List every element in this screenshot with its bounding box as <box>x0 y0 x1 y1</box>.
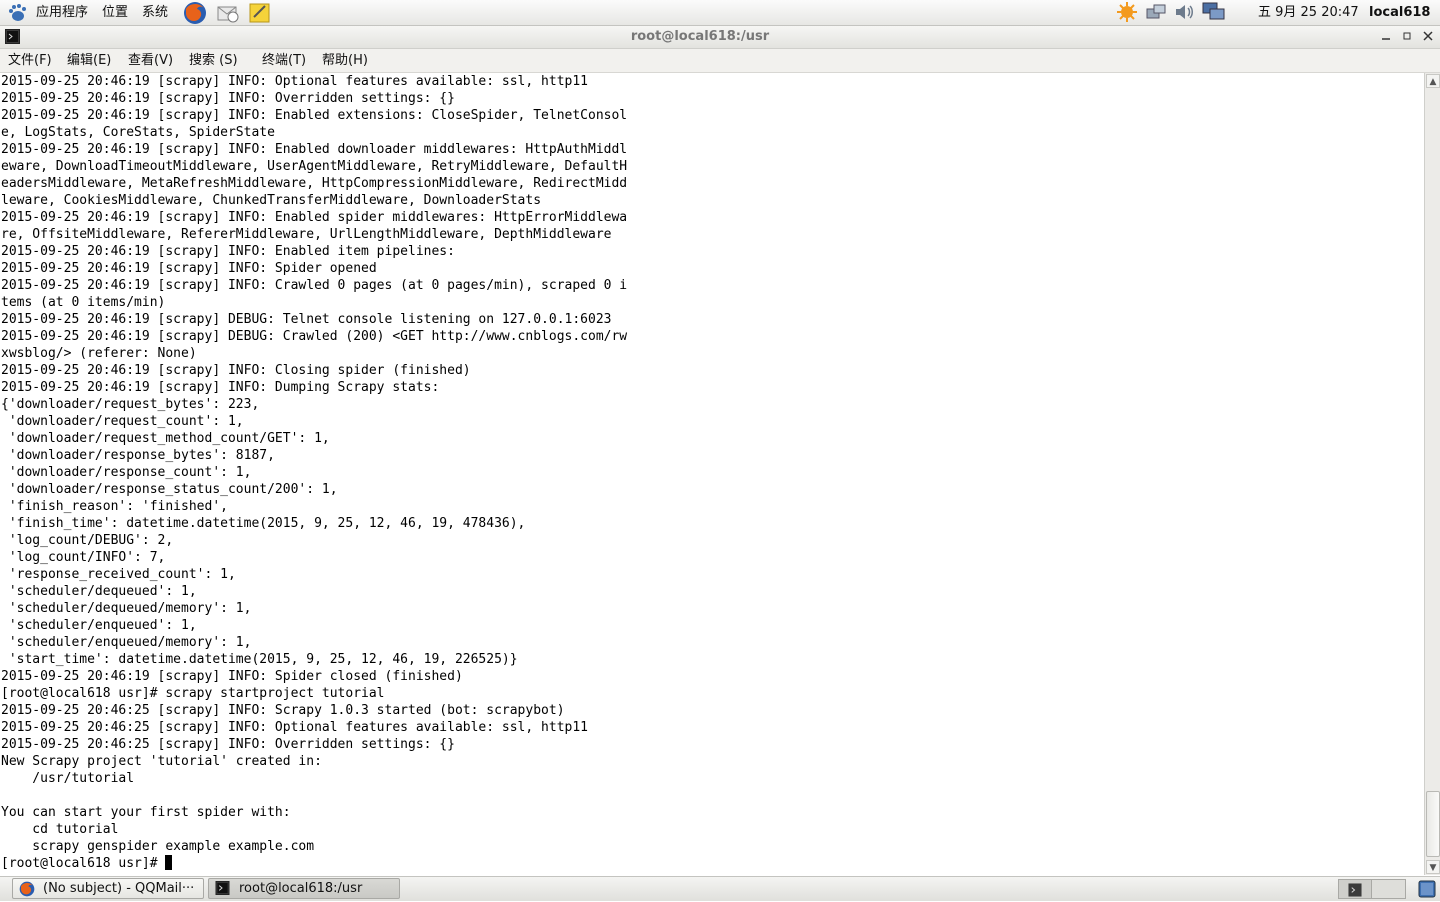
workspace-2[interactable] <box>1372 879 1406 899</box>
terminal-line: 2015-09-25 20:46:19 [scrapy] INFO: Enabl… <box>1 210 628 225</box>
taskbar-item-label: root@local618:/usr <box>239 881 363 896</box>
terminal-icon <box>215 881 231 896</box>
terminal-line: {'downloader/request_bytes': 223, <box>1 397 260 412</box>
clock[interactable]: 五 9月 25 20:47 <box>1258 0 1359 25</box>
places-menu[interactable]: 位置 <box>102 0 128 25</box>
gnome-foot-icon[interactable] <box>6 2 28 24</box>
bottom-panel: (No subject) - QQMail··· root@local618:/… <box>0 876 1440 901</box>
terminal-line: 'downloader/response_bytes': 8187, <box>8 448 275 463</box>
terminal-line: 'start_time': datetime.datetime(2015, 9,… <box>8 652 518 667</box>
scroll-up-arrow-icon[interactable]: ▲ <box>1426 74 1440 88</box>
terminal-line: 'downloader/response_count': 1, <box>8 465 252 480</box>
taskbar-item-qqmail[interactable]: (No subject) - QQMail··· <box>12 878 204 899</box>
menu-terminal[interactable]: 终端(T) <box>262 49 306 72</box>
terminal-line: 2015-09-25 20:46:19 [scrapy] INFO: Spide… <box>1 261 377 276</box>
terminal-line: 2015-09-25 20:46:19 [scrapy] INFO: Enabl… <box>1 108 628 123</box>
menu-search[interactable]: 搜索 (S) <box>189 49 238 72</box>
terminal-line: leware, CookiesMiddleware, ChunkedTransf… <box>1 193 542 208</box>
mail-icon[interactable] <box>216 1 239 23</box>
terminal-output[interactable]: 2015-09-25 20:46:19 [scrapy] INFO: Optio… <box>0 73 1424 875</box>
terminal-line: 2015-09-25 20:46:25 [scrapy] INFO: Scrap… <box>1 703 565 718</box>
terminal-line: 'log_count/DEBUG': 2, <box>8 533 174 548</box>
terminal-line: 2015-09-25 20:46:19 [scrapy] INFO: Enabl… <box>1 244 455 259</box>
user-name[interactable]: local618 <box>1369 0 1430 25</box>
taskbar-item-label: (No subject) - QQMail··· <box>43 881 195 896</box>
terminal-line: 2015-09-25 20:46:19 [scrapy] INFO: Dumpi… <box>1 380 440 395</box>
terminal-line: 2015-09-25 20:46:25 [scrapy] INFO: Overr… <box>1 737 455 752</box>
terminal-line: [root@local618 usr]# scrapy startproject… <box>1 686 385 701</box>
terminal-line: tems (at 0 items/min) <box>1 295 166 310</box>
minimize-button[interactable] <box>1379 29 1393 43</box>
terminal-line: 2015-09-25 20:46:19 [scrapy] INFO: Spide… <box>1 669 463 684</box>
terminal-text[interactable]: 2015-09-25 20:46:19 [scrapy] INFO: Optio… <box>1 73 627 872</box>
terminal-line: 'downloader/request_method_count/GET': 1… <box>8 431 330 446</box>
terminal-line: You can start your first spider with: <box>1 805 291 820</box>
terminal-line: 'response_received_count': 1, <box>8 567 236 582</box>
menu-help[interactable]: 帮助(H) <box>322 49 368 72</box>
terminal-line: 2015-09-25 20:46:19 [scrapy] DEBUG: Teln… <box>1 312 612 327</box>
workspace-1[interactable] <box>1338 879 1372 899</box>
firefox-icon[interactable] <box>183 1 206 24</box>
top-panel: 应用程序 位置 系统 五 9月 25 20:47 local618 <box>0 0 1440 26</box>
terminal-line: 2015-09-25 20:46:19 [scrapy] INFO: Overr… <box>1 91 455 106</box>
terminal-line: eadersMiddleware, MetaRefreshMiddleware,… <box>1 176 628 191</box>
network-icon[interactable] <box>1145 1 1167 23</box>
display-icon[interactable] <box>1202 1 1225 23</box>
system-menu[interactable]: 系统 <box>142 0 168 25</box>
terminal-lines: 2015-09-25 20:46:19 [scrapy] INFO: Optio… <box>1 74 627 854</box>
terminal-line: 2015-09-25 20:46:19 [scrapy] INFO: Optio… <box>1 74 588 89</box>
terminal-line: 'finish_time': datetime.datetime(2015, 9… <box>8 516 526 531</box>
terminal-line: 'scheduler/dequeued/memory': 1, <box>8 601 252 616</box>
terminal-line: 'log_count/INFO': 7, <box>8 550 166 565</box>
applications-menu[interactable]: 应用程序 <box>36 0 88 25</box>
volume-icon[interactable] <box>1173 1 1195 23</box>
terminal-line: 2015-09-25 20:46:19 [scrapy] DEBUG: Craw… <box>1 329 628 344</box>
menu-file[interactable]: 文件(F) <box>8 49 52 72</box>
terminal-line: 2015-09-25 20:46:19 [scrapy] INFO: Enabl… <box>1 142 628 157</box>
terminal-line: 'scheduler/enqueued/memory': 1, <box>8 635 252 650</box>
window-title: root@local618:/usr <box>630 29 770 44</box>
terminal-line: xwsblog/> (referer: None) <box>1 346 197 361</box>
terminal-line: /usr/tutorial <box>32 771 135 786</box>
terminal-line: eware, DownloadTimeoutMiddleware, UserAg… <box>1 159 628 174</box>
taskbar-item-terminal[interactable]: root@local618:/usr <box>208 878 400 899</box>
text-cursor <box>165 855 173 870</box>
close-button[interactable] <box>1421 29 1435 43</box>
terminal-line: 'scheduler/dequeued': 1, <box>8 584 197 599</box>
scroll-thumb[interactable] <box>1426 791 1440 857</box>
terminal-line: cd tutorial <box>32 822 119 837</box>
shell-prompt: [root@local618 usr]# <box>1 856 166 871</box>
maximize-button[interactable] <box>1400 29 1414 43</box>
vertical-scrollbar[interactable]: ▲ ▼ <box>1424 73 1440 875</box>
terminal-line: 2015-09-25 20:46:25 [scrapy] INFO: Optio… <box>1 720 588 735</box>
menu-edit[interactable]: 编辑(E) <box>67 49 111 72</box>
terminal-line: 'finish_reason': 'finished', <box>8 499 228 514</box>
terminal-line: New Scrapy project 'tutorial' created in… <box>1 754 322 769</box>
menu-view[interactable]: 查看(V) <box>128 49 173 72</box>
terminal-line: 'scheduler/enqueued': 1, <box>8 618 197 633</box>
notes-icon[interactable] <box>248 1 270 23</box>
window-titlebar[interactable]: root@local618:/usr <box>0 26 1440 49</box>
terminal-icon <box>1348 882 1362 901</box>
terminal-line: scrapy genspider example example.com <box>32 839 315 854</box>
terminal-line: 2015-09-25 20:46:19 [scrapy] INFO: Crawl… <box>1 278 628 293</box>
terminal-line: e, LogStats, CoreStats, SpiderState <box>1 125 275 140</box>
trash-icon[interactable] <box>1418 880 1436 898</box>
terminal-line: 2015-09-25 20:46:19 [scrapy] INFO: Closi… <box>1 363 471 378</box>
scroll-down-arrow-icon[interactable]: ▼ <box>1426 860 1440 874</box>
terminal-line: 'downloader/request_count': 1, <box>8 414 244 429</box>
update-icon[interactable] <box>1116 1 1138 23</box>
terminal-line: 'downloader/response_status_count/200': … <box>8 482 338 497</box>
terminal-line: re, OffsiteMiddleware, RefererMiddleware… <box>1 227 612 242</box>
firefox-icon <box>19 881 35 897</box>
menubar: 文件(F) 编辑(E) 查看(V) 搜索 (S) 终端(T) 帮助(H) <box>0 49 1440 73</box>
